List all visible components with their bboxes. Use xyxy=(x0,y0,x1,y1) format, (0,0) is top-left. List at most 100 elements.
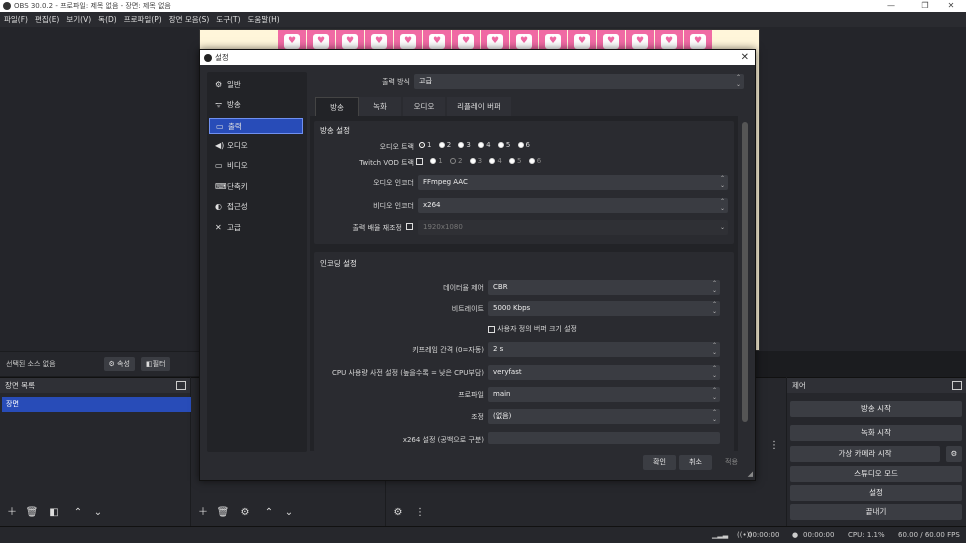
vod-track-radio xyxy=(430,158,437,164)
stream-settings-section: 방송 설정 오디오 트랙 1 2 3 4 5 6 Twitch VOD 트랙 1… xyxy=(314,121,734,244)
heart-icon: ♥ xyxy=(603,34,619,49)
tab-stream[interactable]: 방송 xyxy=(315,97,359,117)
start-recording-button[interactable]: 녹화 시작 xyxy=(790,425,962,441)
video-encoder-select[interactable]: x264 ⌃ ⌄ xyxy=(418,198,728,213)
profile-select[interactable]: main ⌃ ⌄ xyxy=(488,387,720,402)
menu-tools[interactable]: 도구(T) xyxy=(216,14,240,25)
status-bar: ▁▂▃ ((•)) 00:00:00 ● 00:00:00 CPU: 1.1% … xyxy=(0,526,966,543)
scene-list-item[interactable]: 장면 xyxy=(2,397,191,412)
keyframe-interval-input[interactable]: 2 s ⌃ ⌄ xyxy=(488,342,720,357)
close-dialog-button[interactable]: ✕ xyxy=(741,50,749,65)
filters-button[interactable]: ◧필터 xyxy=(140,357,171,371)
audio-track-radio[interactable] xyxy=(517,142,524,148)
category-video[interactable]: ▭ 비디오 xyxy=(209,158,303,174)
category-accessibility[interactable]: ◐ 접근성 xyxy=(209,199,303,215)
properties-button[interactable]: ⚙ 속성 xyxy=(103,357,135,371)
mixer-menu-button[interactable]: ⋮ xyxy=(412,506,428,520)
output-mode-select[interactable]: 고급 ⌃ ⌄ xyxy=(414,74,744,89)
exit-button[interactable]: 끝내기 xyxy=(790,504,962,520)
menu-view[interactable]: 보기(V) xyxy=(66,14,91,25)
move-down-button[interactable]: ⌄ xyxy=(90,506,106,520)
vod-track-radio xyxy=(469,158,476,164)
close-window-button[interactable]: ✕ xyxy=(936,0,966,12)
menu-help[interactable]: 도움말(H) xyxy=(248,14,280,25)
remove-source-button[interactable]: 🗑 xyxy=(215,506,231,520)
move-up-button[interactable]: ⌃ xyxy=(70,506,86,520)
tab-replay-buffer[interactable]: 리플레이 버퍼 xyxy=(447,97,511,116)
minimize-button[interactable]: — xyxy=(876,0,906,12)
spin-arrows-icon: ⌃ ⌄ xyxy=(735,74,741,88)
heart-icon: ♥ xyxy=(487,34,503,49)
start-virtual-camera-button[interactable]: 가상 카메라 시작 xyxy=(790,446,940,462)
twitch-vod-track-radios: 1 2 3 4 5 6 xyxy=(416,157,541,165)
spin-arrows-icon: ⌃ ⌄ xyxy=(711,409,717,423)
settings-category-list: ⚙ 일반 ᯤ 방송 ▭ 출력 ◀) 오디오 ▭ 비디오 ⌨단축키 ◐ 접근성 ✕ 고급 xyxy=(207,72,307,452)
menu-file[interactable]: 파일(F) xyxy=(4,14,28,25)
remove-scene-button[interactable]: 🗑 xyxy=(24,506,40,520)
apply-button[interactable]: 적용 xyxy=(715,455,748,470)
x264-options-input[interactable] xyxy=(488,432,720,444)
category-hotkeys[interactable]: ⌨단축키 xyxy=(209,179,303,195)
rescale-output-checkbox[interactable] xyxy=(406,223,413,230)
heart-icon: ♥ xyxy=(313,34,329,49)
tab-recording[interactable]: 녹화 xyxy=(359,97,401,116)
add-source-button[interactable]: ＋ xyxy=(195,506,211,520)
settings-button[interactable]: 설정 xyxy=(790,485,962,501)
heart-icon: ♥ xyxy=(661,34,677,49)
audio-track-radios: 1 2 3 4 5 6 xyxy=(414,141,530,149)
category-audio[interactable]: ◀) 오디오 xyxy=(209,138,303,154)
audio-track-radio[interactable] xyxy=(497,142,504,148)
fps-readout: 60.00 / 60.00 FPS xyxy=(898,531,960,539)
category-advanced[interactable]: ✕ 고급 xyxy=(209,220,303,236)
scene-filters-button[interactable]: ◧ xyxy=(46,506,62,520)
scrollbar[interactable] xyxy=(742,122,748,422)
audio-track-radio[interactable] xyxy=(458,142,465,148)
add-scene-button[interactable]: ＋ xyxy=(4,506,20,520)
mixer-channel-menu-button[interactable]: ⋮ xyxy=(766,439,782,453)
category-stream[interactable]: ᯤ 방송 xyxy=(209,97,303,113)
menu-profile[interactable]: 프로파일(P) xyxy=(124,14,162,25)
ok-button[interactable]: 확인 xyxy=(643,455,676,470)
virtual-camera-settings-icon[interactable]: ⚙ xyxy=(946,446,962,462)
tune-select[interactable]: (없음) ⌃ ⌄ xyxy=(488,409,720,424)
source-up-button[interactable]: ⌃ xyxy=(261,506,277,520)
resize-grip-icon[interactable]: ◢ xyxy=(748,470,753,478)
custom-buffer-checkbox[interactable] xyxy=(488,325,495,333)
source-properties-button[interactable]: ⚙ xyxy=(237,506,253,520)
audio-track-radio[interactable] xyxy=(438,142,445,148)
vod-track-radio xyxy=(509,158,516,164)
start-streaming-button[interactable]: 방송 시작 xyxy=(790,401,962,417)
heart-icon: ♥ xyxy=(284,34,300,49)
tab-audio[interactable]: 오디오 xyxy=(403,97,445,116)
keyframe-interval-label: 키프레임 간격 (0=자동) xyxy=(412,346,484,354)
category-general[interactable]: ⚙ 일반 xyxy=(209,77,303,93)
custom-buffer-option[interactable]: 사용자 정의 버퍼 크기 설정 xyxy=(488,324,577,334)
undock-icon[interactable] xyxy=(176,381,186,390)
menu-scene-collection[interactable]: 장면 모음(S) xyxy=(169,14,210,25)
rate-control-label: 데이터율 제어 xyxy=(443,284,484,292)
scenes-dock-header: 장면 목록 xyxy=(0,378,190,393)
x264-options-label: x264 설정 (공백으로 구분) xyxy=(402,436,484,444)
menu-docks[interactable]: 독(D) xyxy=(98,14,117,25)
twitch-vod-checkbox[interactable] xyxy=(416,157,423,165)
heart-icon: ♥ xyxy=(516,34,532,49)
bitrate-input[interactable]: 5000 Kbps ⌃ ⌄ xyxy=(488,301,720,316)
audio-encoder-select[interactable]: FFmpeg AAC ⌃ ⌄ xyxy=(418,175,728,190)
output-icon: ▭ xyxy=(216,122,224,131)
audio-track-radio[interactable] xyxy=(419,142,425,148)
cancel-button[interactable]: 취소 xyxy=(679,455,712,470)
window-title-bar: OBS 30.0.2 - 프로파일: 제목 없음 - 장면: 제목 없음 — ❐… xyxy=(0,0,966,12)
advanced-audio-button[interactable]: ⚙ xyxy=(390,506,406,520)
studio-mode-button[interactable]: 스튜디오 모드 xyxy=(790,466,962,482)
category-output[interactable]: ▭ 출력 xyxy=(209,118,303,134)
stream-time: 00:00:00 xyxy=(748,531,780,539)
cpu-preset-select[interactable]: veryfast ⌃ ⌄ xyxy=(488,365,720,380)
keyboard-icon: ⌨ xyxy=(215,182,227,191)
source-down-button[interactable]: ⌄ xyxy=(281,506,297,520)
menu-edit[interactable]: 편집(E) xyxy=(35,14,59,25)
twitch-vod-label: Twitch VOD 트랙 xyxy=(359,159,414,167)
undock-icon[interactable] xyxy=(952,381,962,390)
heart-icon: ♥ xyxy=(632,34,648,49)
audio-track-radio[interactable] xyxy=(478,142,485,148)
rate-control-select[interactable]: CBR ⌃ ⌄ xyxy=(488,280,720,295)
